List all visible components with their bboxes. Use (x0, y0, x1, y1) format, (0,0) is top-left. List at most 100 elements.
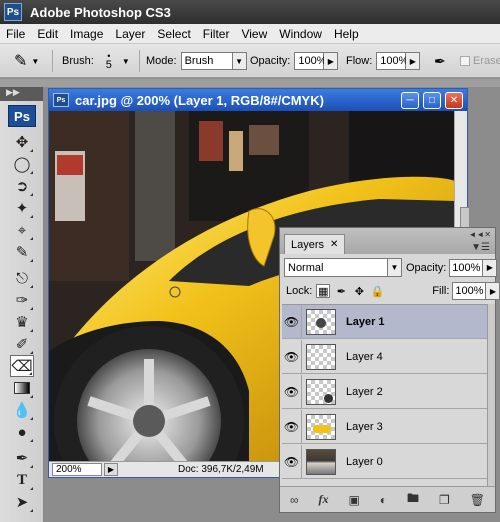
new-group-icon[interactable]: 🖿 (407, 489, 419, 510)
zoom-field[interactable]: 200% (52, 463, 102, 476)
layer-row[interactable]: 👁 Layer 1 (282, 304, 487, 339)
dodge-tool-icon[interactable]: ● (10, 421, 34, 443)
layer-mask-icon[interactable]: ▣ (348, 493, 359, 507)
healing-brush-tool-icon[interactable]: ⎋ (10, 267, 34, 289)
photoshop-logo-icon[interactable]: Ps (8, 105, 36, 127)
erase-to-history-label: Erase (473, 55, 500, 67)
navigator-icon[interactable]: ▶ (104, 463, 118, 476)
slice-tool-icon[interactable]: ✎ (10, 241, 34, 263)
app-titlebar: Ps Adobe Photoshop CS3 (0, 0, 500, 24)
menu-layer[interactable]: Layer (109, 27, 151, 41)
fill-field[interactable]: 100% (452, 282, 487, 300)
chevron-down-icon: ▼ (31, 56, 40, 66)
menu-filter[interactable]: Filter (197, 27, 236, 41)
menu-bar: File Edit Image Layer Select Filter View… (0, 24, 500, 44)
visibility-eye-icon[interactable]: 👁 (282, 304, 302, 339)
chevron-right-icon[interactable]: ▶ (324, 52, 339, 70)
pen-tool-icon[interactable]: ✒ (10, 447, 34, 469)
visibility-eye-icon[interactable]: 👁 (282, 374, 302, 409)
magic-wand-tool-icon[interactable]: ✦ (10, 197, 34, 219)
visibility-eye-icon[interactable]: 👁 (282, 339, 302, 374)
opacity-label: Opacity: (250, 55, 291, 67)
tool-preset-picker[interactable]: ✎ ▼ (14, 44, 39, 78)
close-icon[interactable]: ✕ (330, 239, 338, 250)
menu-select[interactable]: Select (151, 27, 196, 41)
brush-label: Brush: (62, 55, 94, 67)
menu-view[interactable]: View (235, 27, 273, 41)
lock-all-icon[interactable]: 🔒 (370, 284, 384, 298)
chevron-down-icon[interactable]: ▼ (232, 52, 247, 70)
tab-layers[interactable]: Layers ✕ (284, 234, 346, 254)
toolbox-grip[interactable]: ▶▶ (0, 87, 43, 101)
collapse-panel-icon[interactable]: ◄◄✕ (468, 230, 491, 239)
app-title: Adobe Photoshop CS3 (30, 4, 171, 20)
blend-mode-select[interactable]: Normal (284, 258, 388, 277)
layer-row[interactable]: 👁 Layer 2 (282, 374, 487, 409)
lock-transparency-icon[interactable]: ▦ (316, 284, 331, 298)
mode-label: Mode: (146, 55, 177, 67)
crop-tool-icon[interactable]: ⌖ (10, 219, 34, 241)
layer-thumbnail (306, 413, 336, 440)
lock-position-icon[interactable]: ✥ (352, 284, 366, 298)
layer-opacity-field[interactable]: 100% (449, 258, 484, 277)
menu-image[interactable]: Image (64, 27, 109, 41)
brush-size-picker[interactable]: • 5 (105, 52, 112, 71)
layer-row[interactable]: 👁 Layer 0 (282, 444, 487, 479)
menu-file[interactable]: File (0, 27, 31, 41)
lasso-tool-icon[interactable]: ➲ (10, 175, 34, 197)
move-tool-icon[interactable]: ✥ (10, 131, 34, 153)
photoshop-logo-icon: Ps (4, 3, 22, 21)
lock-image-icon[interactable]: ✒ (334, 284, 348, 298)
layers-panel: Layers ✕ ◄◄✕ ▼☰ Normal ▼ Opacity: 100% ▶… (279, 227, 500, 513)
opacity-field[interactable]: 100% (294, 52, 327, 70)
path-selection-tool-icon[interactable]: ➤ (10, 491, 34, 513)
document-title: car.jpg @ 200% (Layer 1, RGB/8#/CMYK) (75, 92, 324, 108)
adjustment-layer-icon[interactable]: ◐ (380, 493, 387, 507)
layer-row[interactable]: 👁 Layer 3 (282, 409, 487, 444)
brush-tool-icon[interactable]: ✑ (10, 289, 34, 311)
blur-tool-icon[interactable]: 💧 (10, 399, 34, 421)
marquee-tool-icon[interactable]: ◯ (10, 153, 34, 175)
menu-help[interactable]: Help (328, 27, 365, 41)
flow-field[interactable]: 100% (376, 52, 408, 70)
chevron-right-icon[interactable]: ▶ (406, 52, 421, 70)
menu-window[interactable]: Window (273, 27, 328, 41)
visibility-eye-icon[interactable]: 👁 (282, 444, 302, 479)
chevron-right-icon[interactable]: ▶ (483, 258, 498, 277)
gradient-tool-icon[interactable] (10, 377, 34, 399)
chevron-down-icon[interactable]: ▼ (122, 57, 130, 66)
close-button[interactable]: ✕ (445, 92, 463, 109)
menu-edit[interactable]: Edit (31, 27, 64, 41)
panel-menu-icon[interactable]: ▼☰ (471, 242, 490, 253)
minimize-button[interactable]: ─ (401, 92, 419, 109)
layer-name: Layer 4 (346, 350, 383, 363)
lock-label: Lock: (286, 285, 313, 297)
layers-panel-header[interactable]: Layers ✕ ◄◄✕ ▼☰ (280, 228, 495, 254)
eraser-icon: ✎ (14, 53, 28, 70)
airbrush-icon[interactable]: ✒ (434, 53, 446, 70)
layer-style-icon[interactable]: fx (319, 492, 329, 507)
layer-row[interactable]: 👁 Layer 4 (282, 339, 487, 374)
delete-layer-icon[interactable]: 🗑 (470, 493, 485, 507)
erase-to-history-checkbox[interactable] (460, 56, 470, 66)
visibility-eye-icon[interactable]: 👁 (282, 409, 302, 444)
layer-name: Layer 1 (346, 315, 385, 328)
type-tool-icon[interactable]: T (10, 469, 34, 491)
chevron-right-icon[interactable]: ▶ (486, 282, 500, 300)
brush-size-value: 5 (105, 59, 112, 71)
eraser-tool-icon[interactable]: ⌫ (10, 355, 34, 377)
scrollbar-thumb[interactable] (460, 207, 470, 229)
mode-select[interactable]: Brush (180, 52, 233, 70)
layer-thumbnail (306, 343, 336, 370)
maximize-button[interactable]: □ (423, 92, 441, 109)
chevron-down-icon[interactable]: ▼ (388, 258, 402, 277)
clone-stamp-tool-icon[interactable]: ♛ (10, 311, 34, 333)
tool-options-bar: ✎ ▼ Brush: • 5 ▼ Mode: Brush ▼ Opacity: … (0, 44, 500, 78)
new-layer-icon[interactable]: ❐ (439, 493, 450, 507)
fill-label: Fill: (432, 285, 450, 297)
layer-name: Layer 0 (346, 455, 383, 468)
layers-scrollbar[interactable] (487, 304, 495, 487)
toolbox: ▶▶ Ps ✥ ◯ ➲ ✦ ⌖ ✎ ⎋ ✑ ♛ ✐ ⌫ 💧 ● ✒ T ➤ (0, 87, 44, 522)
history-brush-tool-icon[interactable]: ✐ (10, 333, 34, 355)
link-layers-icon[interactable]: ∞ (290, 493, 299, 507)
